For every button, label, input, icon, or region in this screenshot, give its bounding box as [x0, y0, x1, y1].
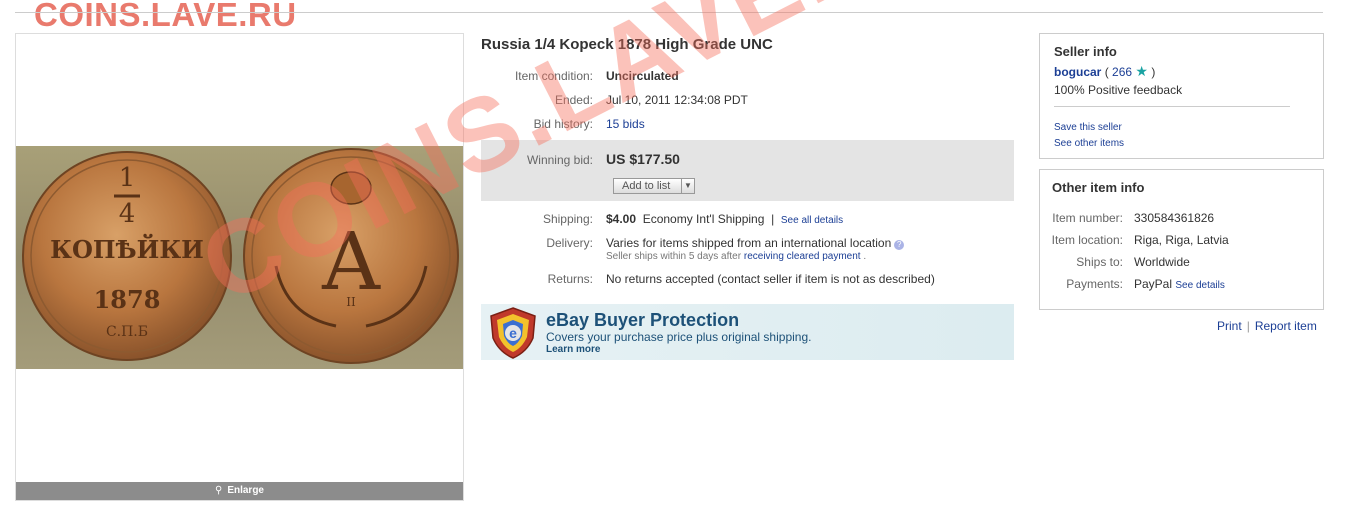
shipping-row: $4.00 Economy Int'l Shipping | See all d…	[606, 212, 843, 226]
condition-value: Uncirculated	[606, 69, 679, 83]
report-item-link[interactable]: Report item	[1255, 319, 1317, 333]
ships-to-label: Ships to:	[1076, 255, 1123, 269]
star-icon: ★	[1135, 63, 1148, 79]
bid-history-link[interactable]: 15 bids	[606, 117, 645, 131]
shipping-cost: $4.00	[606, 212, 637, 226]
feedback-score-link[interactable]: 266	[1112, 65, 1132, 79]
winning-bid-label: Winning bid:	[526, 153, 593, 167]
save-seller-link[interactable]: Save this seller	[1054, 122, 1122, 133]
item-location-value: Riga, Riga, Latvia	[1134, 233, 1229, 247]
protection-subtitle: Covers your purchase price plus original…	[546, 330, 812, 344]
top-divider	[15, 12, 1323, 13]
ended-label: Ended:	[554, 93, 593, 107]
returns-value: No returns accepted (contact seller if i…	[606, 272, 935, 286]
print-link[interactable]: Print	[1217, 319, 1242, 333]
delivery-note-prefix: Seller ships within 5 days after	[606, 251, 742, 262]
delivery-value: Varies for items shipped from an interna…	[606, 236, 892, 250]
svg-text:e: e	[509, 325, 517, 341]
protection-title: eBay Buyer Protection	[546, 310, 740, 330]
bid-history-label: Bid history:	[533, 117, 593, 131]
coin-left-numerator: 1	[119, 163, 136, 193]
delivery-note-suffix: .	[863, 251, 867, 262]
coin-left-year: 1878	[94, 285, 161, 314]
cleared-payment-link[interactable]: receiving cleared payment	[744, 251, 861, 262]
winning-bid-value: US $177.50	[606, 151, 680, 167]
payments-value: PayPal	[1134, 277, 1173, 291]
payments-see-details-link[interactable]: See details	[1175, 280, 1224, 291]
item-number-value: 330584361826	[1134, 211, 1215, 225]
footer-separator: |	[1246, 319, 1250, 333]
site-banner: COINS.LAVE.RU	[34, 0, 297, 33]
seller-name-link[interactable]: bogucar	[1054, 65, 1101, 79]
help-icon[interactable]: ?	[894, 240, 905, 250]
delivery-row: Varies for items shipped from an interna…	[606, 236, 905, 250]
seller-divider	[1054, 106, 1290, 107]
condition-label: Item condition:	[514, 69, 593, 83]
delivery-label: Delivery:	[546, 236, 593, 250]
shipping-service: Economy Int'l Shipping	[642, 212, 765, 226]
shipping-separator: |	[771, 212, 775, 226]
coin-image: 1 4 КОПѢЙКИ 1878 С.П.Б А II	[22, 148, 459, 364]
other-item-info-box: Other item info Item number: 33058436182…	[1039, 169, 1324, 310]
coin-left-mint: С.П.Б	[106, 324, 148, 340]
enlarge-button[interactable]: ⚲ Enlarge	[16, 482, 463, 500]
other-item-info-title: Other item info	[1052, 180, 1145, 195]
ships-to-value: Worldwide	[1134, 255, 1190, 269]
add-to-list-label: Add to list	[622, 180, 671, 192]
seller-open-paren: (	[1104, 65, 1109, 79]
payments-row: PayPal See details	[1134, 277, 1225, 291]
seller-line: bogucar ( 266 ★ )	[1054, 63, 1155, 80]
buyer-protection-banner[interactable]: e eBay Buyer Protection Covers your purc…	[481, 304, 1014, 360]
positive-feedback: 100% Positive feedback	[1054, 83, 1183, 97]
winning-bid-box	[481, 140, 1014, 201]
see-all-details-link[interactable]: See all details	[781, 215, 843, 226]
enlarge-label: Enlarge	[227, 485, 264, 496]
delivery-note: Seller ships within 5 days after receivi…	[606, 251, 866, 262]
shield-icon: e	[490, 307, 536, 359]
item-location-label: Item location:	[1051, 233, 1123, 247]
seller-close-paren: )	[1151, 65, 1156, 79]
seller-info-box: Seller info bogucar ( 266 ★ ) 100% Posit…	[1039, 33, 1324, 159]
coin-left-word: КОПѢЙКИ	[50, 233, 204, 264]
returns-label: Returns:	[547, 272, 593, 286]
item-title: Russia 1/4 Kopeck 1878 High Grade UNC	[481, 36, 773, 53]
payments-label: Payments:	[1066, 277, 1123, 291]
coin-right-numeral: II	[346, 295, 356, 309]
item-number-label: Item number:	[1052, 211, 1123, 225]
coin-left-denominator: 4	[119, 199, 136, 229]
shipping-label: Shipping:	[542, 212, 593, 226]
dropdown-arrow-icon[interactable]: ▼	[681, 179, 694, 193]
ended-value: Jul 10, 2011 12:34:08 PDT	[606, 93, 748, 107]
magnifier-icon: ⚲	[214, 485, 223, 496]
seller-info-title: Seller info	[1054, 44, 1117, 59]
add-to-list-button[interactable]: Add to list ▼	[613, 178, 695, 194]
learn-more-link[interactable]: Learn more	[546, 344, 600, 355]
footer-links: Print | Report item	[1217, 319, 1317, 333]
item-image-panel[interactable]: 1 4 КОПѢЙКИ 1878 С.П.Б А II ⚲ Enlarge	[15, 33, 464, 501]
coin-photo[interactable]: 1 4 КОПѢЙКИ 1878 С.П.Б А II	[16, 146, 463, 369]
see-other-items-link[interactable]: See other items	[1054, 138, 1124, 149]
